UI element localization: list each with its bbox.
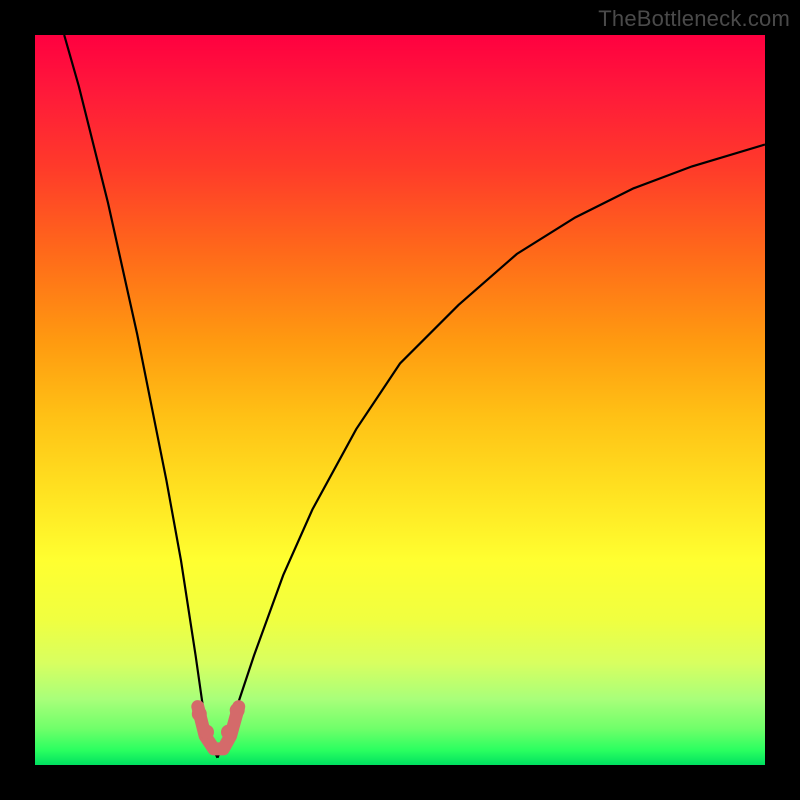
valley-marker (230, 703, 244, 717)
valley-marker (192, 707, 206, 721)
right-curve (218, 145, 766, 758)
watermark-text: TheBottleneck.com (598, 6, 790, 32)
valley-marker (222, 725, 236, 739)
chart-container: TheBottleneck.com (0, 0, 800, 800)
valley-marker (200, 725, 214, 739)
plot-area (35, 35, 765, 765)
valley-markers (192, 703, 244, 749)
left-curve (64, 35, 217, 758)
curves-svg (35, 35, 765, 765)
